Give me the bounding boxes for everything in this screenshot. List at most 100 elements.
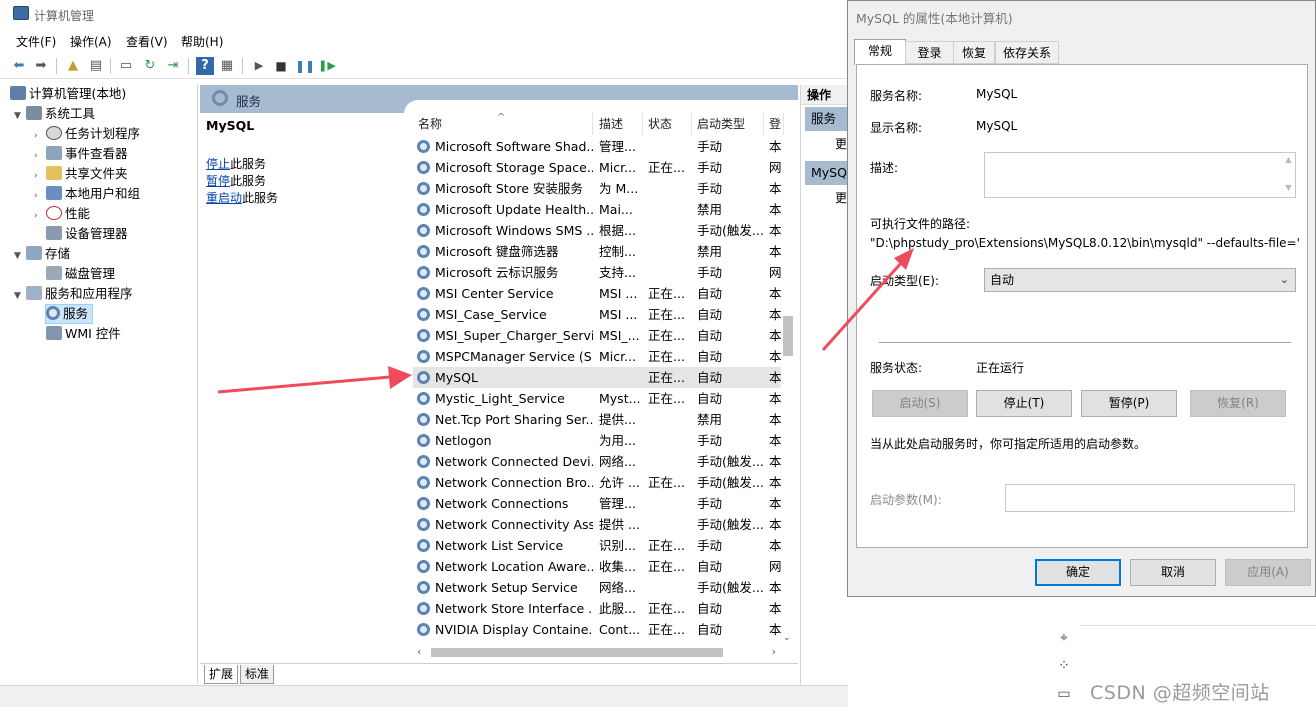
tree-services-apps[interactable]: ▼ 服务和应用程序: [14, 284, 133, 304]
location-icon[interactable]: ⌖: [1056, 630, 1072, 646]
start-service-icon[interactable]: ▶: [250, 57, 268, 75]
description-scrollbar[interactable]: ▲ ▼: [1282, 153, 1295, 197]
resume-button[interactable]: 恢复(R): [1190, 390, 1286, 417]
pause-service-icon[interactable]: ❚❚: [295, 57, 315, 75]
table-row[interactable]: Network List Service 识别... 正在... 手动本: [413, 535, 781, 556]
chevron-down-icon[interactable]: ▼: [14, 246, 26, 266]
tree-local-users[interactable]: › 本地用户和组: [34, 184, 140, 204]
cancel-button[interactable]: 取消: [1130, 559, 1216, 586]
column-header-name[interactable]: 名称 ^: [413, 113, 593, 135]
table-row[interactable]: NVIDIA Display Containe... Cont... 正在... 自动…: [413, 619, 781, 640]
stop-link-text[interactable]: 停止: [206, 157, 230, 171]
scrollbar-thumb[interactable]: [783, 316, 793, 356]
scroll-down-icon[interactable]: ▼: [1282, 181, 1295, 195]
vertical-scrollbar[interactable]: ⌄: [780, 136, 796, 643]
ok-button[interactable]: 确定: [1035, 559, 1121, 586]
horizontal-scrollbar[interactable]: ‹ ›: [413, 644, 780, 661]
show-hide-tree-icon[interactable]: ▤: [87, 57, 105, 75]
scroll-left-icon[interactable]: ‹: [417, 645, 421, 658]
monitor-icon[interactable]: ▭: [1056, 686, 1072, 702]
chevron-down-icon[interactable]: ▼: [14, 286, 26, 306]
column-header-desc[interactable]: 描述: [594, 113, 643, 135]
table-row[interactable]: Network Connection Bro... 允许 ... 正在... 手动(触…: [413, 472, 781, 493]
actions-more-item[interactable]: 更: [835, 135, 847, 152]
table-row[interactable]: Microsoft Storage Space... Micr... 正在... 手动…: [413, 157, 781, 178]
actions-group-services[interactable]: 服务: [805, 107, 849, 131]
table-row[interactable]: Microsoft 键盘筛选器 控制... 禁用本: [413, 241, 781, 262]
grid-icon[interactable]: ⁘: [1056, 658, 1072, 674]
tree-device-manager[interactable]: 设备管理器: [46, 224, 128, 244]
apply-button[interactable]: 应用(A): [1225, 559, 1311, 586]
stop-button[interactable]: 停止(T): [976, 390, 1072, 417]
chevron-right-icon[interactable]: ›: [34, 126, 46, 146]
menu-help[interactable]: 帮助(H): [181, 33, 223, 50]
restart-service-icon[interactable]: ❚▶: [318, 57, 336, 75]
tree-system-tools[interactable]: ▼ 系统工具: [14, 104, 95, 124]
action-pane-icon[interactable]: ▦: [218, 57, 236, 75]
scroll-down-icon[interactable]: ⌄: [783, 633, 791, 643]
stop-service-icon[interactable]: ■: [272, 57, 290, 75]
up-folder-icon[interactable]: ▲: [64, 57, 82, 75]
tree-storage[interactable]: ▼ 存储: [14, 244, 70, 264]
menu-action[interactable]: 操作(A): [70, 33, 112, 50]
menu-file[interactable]: 文件(F): [16, 33, 56, 50]
table-row[interactable]: Mystic_Light_Service Myst... 正在... 自动本: [413, 388, 781, 409]
tree-event-viewer[interactable]: › 事件查看器: [34, 144, 128, 164]
tab-extended[interactable]: 扩展: [204, 665, 239, 684]
back-icon[interactable]: ⬅: [10, 57, 28, 75]
chevron-right-icon[interactable]: ›: [34, 166, 46, 186]
chevron-down-icon[interactable]: ▼: [14, 106, 26, 126]
table-row[interactable]: Network Connected Devi... 网络... 手动(触发... 本: [413, 451, 781, 472]
tree-task-scheduler[interactable]: › 任务计划程序: [34, 124, 140, 144]
tab-standard[interactable]: 标准: [240, 665, 275, 684]
scroll-up-icon[interactable]: ▲: [1282, 153, 1295, 167]
table-row[interactable]: Network Location Aware... 收集... 正在... 自动网: [413, 556, 781, 577]
pause-service-link[interactable]: 暂停此服务: [206, 172, 266, 189]
column-header-logon[interactable]: 登: [764, 113, 784, 135]
table-row[interactable]: MSI Center Service MSI ... 正在... 自动本: [413, 283, 781, 304]
export-list-icon[interactable]: ⇥: [164, 57, 182, 75]
tree-shared-folders[interactable]: › 共享文件夹: [34, 164, 128, 184]
table-row[interactable]: Network Store Interface ... 此服... 正在... 自动本: [413, 598, 781, 619]
scrollbar-thumb[interactable]: [431, 648, 723, 657]
table-row[interactable]: Microsoft Software Shad... 管理... 手动本: [413, 136, 781, 157]
restart-link-text[interactable]: 重启动: [206, 191, 242, 205]
tree-services[interactable]: 服务: [45, 304, 94, 324]
start-button[interactable]: 启动(S): [872, 390, 968, 417]
actions-group-mysql[interactable]: MySQL: [805, 161, 854, 185]
chevron-right-icon[interactable]: ›: [34, 206, 46, 226]
restart-service-link[interactable]: 重启动此服务: [206, 189, 278, 206]
menu-view[interactable]: 查看(V): [126, 33, 168, 50]
table-row[interactable]: MSI_Super_Charger_Servi... MSI_... 正在... 自动…: [413, 325, 781, 346]
column-header-startup[interactable]: 启动类型: [692, 113, 764, 135]
table-row[interactable]: Network Connections 管理... 手动本: [413, 493, 781, 514]
table-row[interactable]: Netlogon 为用... 手动本: [413, 430, 781, 451]
tab-general[interactable]: 常规: [854, 39, 906, 65]
tree-disk-management[interactable]: 磁盘管理: [46, 264, 115, 284]
table-row[interactable]: Network Connectivity Ass... 提供 ... 手动(触发..…: [413, 514, 781, 535]
actions-more-item[interactable]: 更: [835, 189, 847, 206]
chevron-right-icon[interactable]: ›: [34, 186, 46, 206]
table-row[interactable]: MySQL 正在... 自动本: [413, 367, 781, 388]
table-row[interactable]: Network Setup Service 网络... 手动(触发... 本: [413, 577, 781, 598]
chevron-right-icon[interactable]: ›: [34, 146, 46, 166]
help-icon[interactable]: ?: [196, 57, 214, 75]
pause-link-text[interactable]: 暂停: [206, 174, 230, 188]
table-row[interactable]: Microsoft Update Health... Mai... 禁用本: [413, 199, 781, 220]
tree-performance[interactable]: › 性能: [34, 204, 90, 224]
scroll-right-icon[interactable]: ›: [772, 645, 776, 658]
table-row[interactable]: MSPCManager Service (S... Micr... 正在... 自动本: [413, 346, 781, 367]
table-row[interactable]: Microsoft Store 安装服务为 M... 手动本: [413, 178, 781, 199]
tree-root[interactable]: 计算机管理(本地): [10, 84, 126, 104]
table-row[interactable]: Microsoft Windows SMS ... 根据... 手动(触发... 本: [413, 220, 781, 241]
pause-button[interactable]: 暂停(P): [1081, 390, 1177, 417]
table-row[interactable]: MSI_Case_Service MSI ... 正在... 自动本: [413, 304, 781, 325]
tab-dependencies[interactable]: 依存关系: [995, 41, 1059, 64]
forward-icon[interactable]: ➡: [32, 57, 50, 75]
refresh-icon[interactable]: ↻: [141, 57, 159, 75]
tree-wmi[interactable]: WMI 控件: [46, 324, 121, 344]
table-row[interactable]: Microsoft 云标识服务 支持... 手动网: [413, 262, 781, 283]
properties-icon[interactable]: ▭: [117, 57, 135, 75]
tab-logon[interactable]: 登录: [905, 41, 954, 64]
stop-service-link[interactable]: 停止此服务: [206, 155, 266, 172]
